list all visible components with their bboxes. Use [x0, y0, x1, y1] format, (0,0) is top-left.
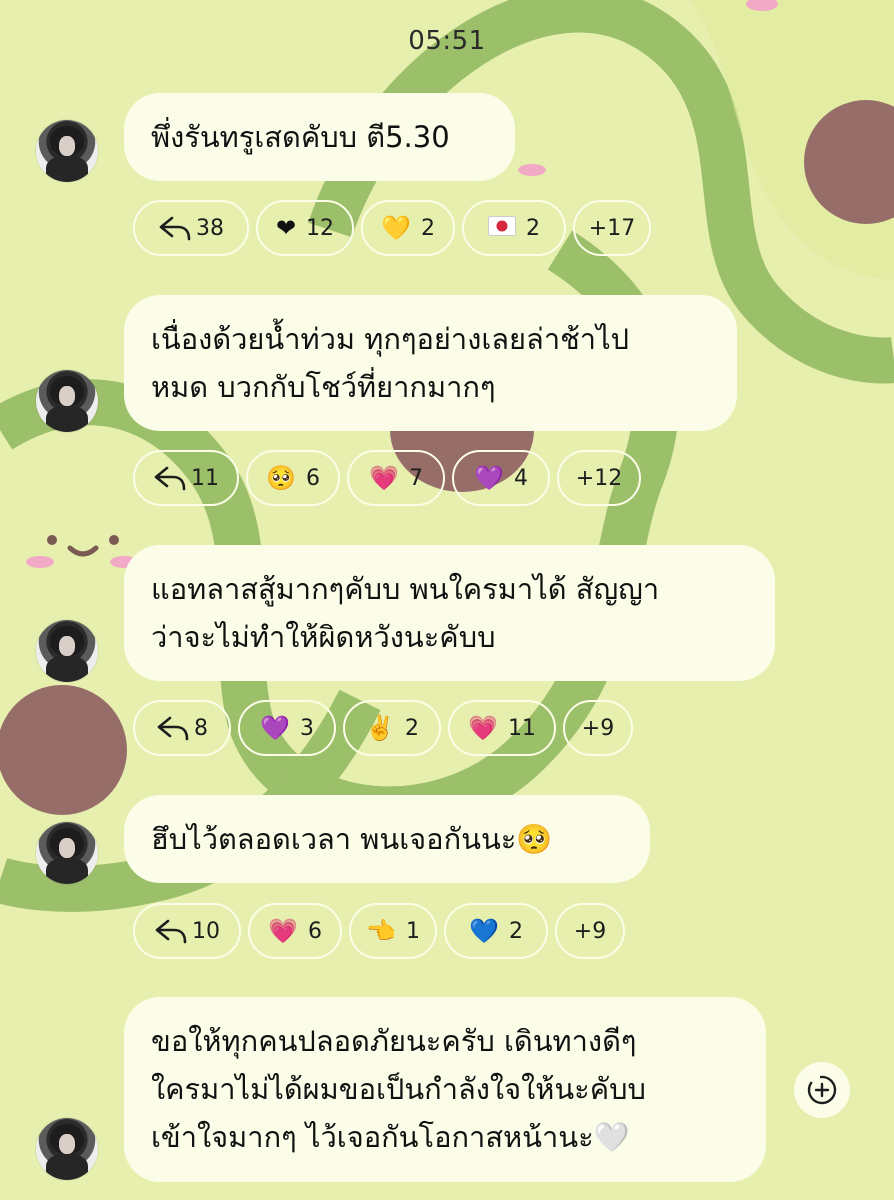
- reaction-count: 7: [408, 465, 423, 491]
- more-reactions-count: +17: [588, 215, 636, 241]
- avatar[interactable]: [36, 370, 98, 432]
- message-text-line: เข้าใจมากๆ ไว้เจอกันโอกาสหน้านะ🤍: [151, 1120, 630, 1154]
- reaction-chip[interactable]: 👈 1: [349, 903, 437, 959]
- reaction-chip[interactable]: 2: [462, 200, 566, 256]
- more-reactions-chip[interactable]: +12: [557, 450, 641, 506]
- reaction-chip[interactable]: 💜 4: [452, 450, 550, 506]
- reply-count: 10: [192, 918, 220, 944]
- message-bubble[interactable]: เนื่องด้วยน้ำท่วม ทุกๆอย่างเลยล่าช้าไป ห…: [124, 295, 737, 431]
- more-reactions-count: +12: [575, 465, 623, 491]
- message-text-line: ว่าจะไม่ทำให้ผิดหวังนะคับบ: [151, 620, 496, 654]
- avatar[interactable]: [36, 120, 98, 182]
- reaction-chip[interactable]: 💜 3: [238, 700, 336, 756]
- message-bubble[interactable]: ฮึบไว้ตลอดเวลา พนเจอกันนะ🥺: [124, 795, 650, 883]
- reply-arrow-icon: [155, 919, 187, 944]
- message-bubble[interactable]: แอทลาสสู้มากๆคับบ พนใครมาได้ สัญญา ว่าจะ…: [124, 545, 775, 681]
- reaction-count: 4: [513, 465, 528, 491]
- reply-arrow-icon: [159, 216, 191, 241]
- reaction-chip[interactable]: 🥺 6: [246, 450, 340, 506]
- more-reactions-chip[interactable]: +9: [563, 700, 633, 756]
- avatar[interactable]: [36, 822, 98, 884]
- reaction-chip[interactable]: 💗 6: [248, 903, 342, 959]
- reaction-chip[interactable]: 💗 7: [347, 450, 445, 506]
- message-bubble[interactable]: พึ่งรันทรูเสดคับบ ตี5.30: [124, 93, 515, 181]
- avatar[interactable]: [36, 620, 98, 682]
- reply-count: 38: [196, 215, 224, 241]
- reaction-bar: 38 ❤ 12 💛 2 2 +17: [133, 200, 651, 256]
- reply-arrow-icon: [157, 716, 189, 741]
- message-text: ฮึบไว้ตลอดเวลา พนเจอกันนะ🥺: [151, 822, 553, 856]
- reaction-count: 2: [508, 918, 523, 944]
- pink-heart-icon: 💗: [268, 917, 298, 945]
- reaction-chip[interactable]: 💙 2: [444, 903, 548, 959]
- reply-count-chip[interactable]: 10: [133, 903, 241, 959]
- reply-count: 8: [194, 715, 208, 741]
- yellow-heart-icon: 💛: [381, 214, 411, 242]
- add-emoji-icon: [807, 1075, 837, 1105]
- message-text-line: แอทลาสสู้มากๆคับบ พนใครมาได้ สัญญา: [151, 572, 660, 606]
- more-reactions-chip[interactable]: +9: [555, 903, 625, 959]
- reaction-bar: 10 💗 6 👈 1 💙 2 +9: [133, 903, 625, 959]
- avatar[interactable]: [36, 1118, 98, 1180]
- more-reactions-chip[interactable]: +17: [573, 200, 651, 256]
- reaction-count: 2: [404, 715, 419, 741]
- growing-heart-icon: 💗: [468, 714, 498, 742]
- reaction-chip[interactable]: 💗 11: [448, 700, 556, 756]
- japan-flag-icon: [488, 216, 516, 240]
- status-time: 05:51: [408, 26, 486, 56]
- reaction-chip[interactable]: 💛 2: [361, 200, 455, 256]
- reaction-count: 2: [420, 215, 435, 241]
- reply-count-chip[interactable]: 38: [133, 200, 249, 256]
- reaction-chip[interactable]: ✌️ 2: [343, 700, 441, 756]
- more-reactions-count: +9: [581, 715, 615, 741]
- victory-hand-icon: ✌️: [365, 714, 395, 742]
- pointing-hand-icon: 👈: [366, 917, 396, 945]
- reply-count-chip[interactable]: 11: [133, 450, 239, 506]
- message-text-line: หมด บวกกับโชว์ที่ยากมากๆ: [151, 370, 496, 404]
- reaction-chip[interactable]: ❤ 12: [256, 200, 354, 256]
- message-text-line: เนื่องด้วยน้ำท่วม ทุกๆอย่างเลยล่าช้าไป: [151, 322, 630, 356]
- reaction-count: 11: [507, 715, 536, 741]
- reply-count: 11: [191, 465, 219, 491]
- add-reaction-button[interactable]: [794, 1062, 850, 1118]
- pleading-face-icon: 🥺: [266, 464, 296, 492]
- message-text: พึ่งรันทรูเสดคับบ ตี5.30: [151, 120, 450, 154]
- reply-arrow-icon: [154, 466, 186, 491]
- message-bubble[interactable]: ขอให้ทุกคนปลอดภัยนะครับ เดินทางดีๆ ใครมา…: [124, 997, 766, 1182]
- reaction-bar: 8 💜 3 ✌️ 2 💗 11 +9: [133, 700, 633, 756]
- purple-heart-icon: 💜: [474, 464, 504, 492]
- message-text-line: ขอให้ทุกคนปลอดภัยนะครับ เดินทางดีๆ: [151, 1024, 637, 1058]
- blue-heart-icon: 💙: [469, 917, 499, 945]
- pink-heart-icon: 💗: [369, 464, 399, 492]
- reaction-count: 6: [305, 465, 320, 491]
- reaction-count: 12: [306, 215, 335, 241]
- reaction-count: 3: [299, 715, 314, 741]
- reaction-count: 1: [405, 918, 420, 944]
- more-reactions-count: +9: [573, 918, 607, 944]
- reaction-bar: 11 🥺 6 💗 7 💜 4 +12: [133, 450, 641, 506]
- reply-count-chip[interactable]: 8: [133, 700, 231, 756]
- reaction-count: 2: [526, 215, 540, 241]
- purple-heart-icon: 💜: [260, 714, 290, 742]
- black-heart-icon: ❤: [275, 214, 297, 242]
- reaction-count: 6: [307, 918, 322, 944]
- message-text-line: ใครมาไม่ได้ผมขอเป็นกำลังใจให้นะคับบ: [151, 1072, 646, 1106]
